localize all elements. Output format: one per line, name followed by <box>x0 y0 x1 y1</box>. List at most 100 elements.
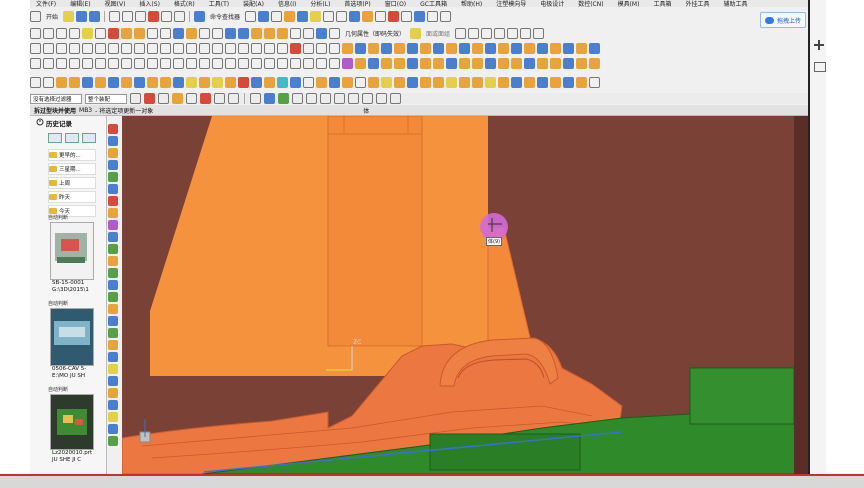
core-icon[interactable] <box>485 76 496 88</box>
window-icon[interactable] <box>271 10 283 22</box>
insert-icon[interactable] <box>511 76 522 88</box>
render-icon[interactable] <box>414 10 426 22</box>
menu-item[interactable]: 工具箱 <box>653 0 671 7</box>
cooling-icon[interactable] <box>264 76 275 88</box>
part-navigator-icon[interactable] <box>108 148 118 158</box>
delete-icon[interactable] <box>148 10 160 22</box>
color-icon[interactable] <box>147 57 158 69</box>
arc-center-icon[interactable] <box>303 57 314 69</box>
assembly-icon[interactable] <box>349 10 361 22</box>
properties-icon[interactable] <box>43 76 54 88</box>
replace-face-icon[interactable] <box>563 42 574 54</box>
motion-nav-icon[interactable] <box>108 352 118 362</box>
draft-icon[interactable] <box>329 27 340 39</box>
model-canvas[interactable]: ZC <box>122 116 808 474</box>
menu-item[interactable]: 文件(F) <box>36 0 56 7</box>
menu-item[interactable]: 数控(CN) <box>578 0 603 7</box>
spline-icon[interactable] <box>82 27 93 39</box>
trimetric-icon[interactable] <box>550 57 561 69</box>
deselect-icon[interactable] <box>228 93 239 104</box>
pmi-nav-icon[interactable] <box>108 424 118 434</box>
trim-curve-icon[interactable] <box>199 42 210 54</box>
region-analysis-icon[interactable] <box>420 76 431 88</box>
cam-nav-icon[interactable] <box>108 388 118 398</box>
bridge-curve-icon[interactable] <box>481 27 493 39</box>
top-view-icon[interactable] <box>472 57 483 69</box>
process-studio-icon[interactable] <box>108 220 118 230</box>
menu-item[interactable]: 辅助工具 <box>723 0 747 7</box>
drafting-nav-icon[interactable] <box>108 400 118 410</box>
wcs-icon[interactable] <box>173 57 184 69</box>
menu-item[interactable]: 编辑(E) <box>70 0 90 7</box>
unused-parts-icon[interactable] <box>368 76 379 88</box>
snap-mid-icon[interactable] <box>306 93 317 104</box>
mold-csys-icon[interactable] <box>82 76 93 88</box>
snap-center-icon[interactable] <box>348 93 359 104</box>
hole-icon[interactable] <box>186 27 197 39</box>
wave-icon[interactable] <box>507 27 519 39</box>
graphics-viewport[interactable]: ZC 体(9) <box>122 116 808 474</box>
history-group[interactable]: 更早的... <box>48 149 96 161</box>
block-mold-icon[interactable] <box>524 76 535 88</box>
runner-icon[interactable] <box>251 76 262 88</box>
offset-surface-icon[interactable] <box>511 42 522 54</box>
workpiece-icon[interactable] <box>108 76 119 88</box>
analysis-nav-icon[interactable] <box>108 292 118 302</box>
smooth-icon[interactable] <box>264 42 275 54</box>
gate-icon[interactable] <box>238 76 249 88</box>
hidden-edge-icon[interactable] <box>420 57 431 69</box>
standard-part-icon[interactable] <box>186 76 197 88</box>
curve-icon[interactable] <box>455 27 467 39</box>
cone-view-icon[interactable] <box>589 57 600 69</box>
history-group[interactable]: 上周 <box>48 177 96 189</box>
cavity-layout-icon[interactable] <box>121 76 132 88</box>
delete-face-icon[interactable] <box>576 42 587 54</box>
feature-rule-icon[interactable] <box>200 93 211 104</box>
extend-curve-icon[interactable] <box>212 42 223 54</box>
pattern-icon[interactable] <box>533 27 545 39</box>
project-curve-icon[interactable] <box>160 27 171 39</box>
geometry-property-label[interactable]: 几何属性（即码失效） <box>345 29 405 38</box>
section-view-icon[interactable] <box>446 57 457 69</box>
rotate-icon[interactable] <box>427 10 439 22</box>
menu-item[interactable]: 帮助(H) <box>461 0 482 7</box>
snap-end-icon[interactable] <box>292 93 303 104</box>
sphere-icon[interactable] <box>381 42 392 54</box>
mold-tool-icon[interactable] <box>108 268 118 278</box>
revolve-icon[interactable] <box>134 27 145 39</box>
menu-item[interactable]: 分析(L) <box>310 0 330 7</box>
sub-insert-icon[interactable] <box>225 76 236 88</box>
grid-icon[interactable] <box>245 10 257 22</box>
component-icon[interactable] <box>362 10 374 22</box>
point-set-icon[interactable] <box>277 42 288 54</box>
green-pocket[interactable] <box>429 433 581 471</box>
select-all-icon[interactable] <box>130 93 141 104</box>
electrode-icon[interactable] <box>277 76 288 88</box>
clamp-icon[interactable] <box>550 76 561 88</box>
cone-icon[interactable] <box>368 42 379 54</box>
datum-axis-icon[interactable] <box>303 42 314 54</box>
paste-icon[interactable] <box>135 10 147 22</box>
menu-item[interactable]: 格式(R) <box>174 0 195 7</box>
teamcenter-icon[interactable] <box>108 436 118 446</box>
move-object-icon[interactable] <box>43 57 54 69</box>
filter-select[interactable]: 没有选择过滤器 <box>30 93 82 104</box>
history-icon[interactable] <box>36 118 44 126</box>
point-icon[interactable] <box>108 27 119 39</box>
split-body-icon[interactable] <box>238 27 249 39</box>
start-icon[interactable] <box>30 10 41 22</box>
pocket-mold-icon[interactable] <box>303 76 314 88</box>
panel-icon[interactable] <box>814 62 826 72</box>
dynamics-icon[interactable] <box>225 57 236 69</box>
fillet-curve-icon[interactable] <box>468 27 480 39</box>
trim-mold-icon[interactable] <box>290 76 301 88</box>
draft-analysis-icon[interactable] <box>459 76 470 88</box>
history-group[interactable]: 昨天 <box>48 191 96 203</box>
list-view-icon[interactable] <box>48 133 62 143</box>
back-view-icon[interactable] <box>498 57 509 69</box>
menu-item[interactable]: GC工具箱 <box>420 0 447 7</box>
snap-quadrant-icon[interactable] <box>362 93 373 104</box>
mirror-icon[interactable] <box>520 27 532 39</box>
roles-icon[interactable] <box>108 244 118 254</box>
constraint-navigator-icon[interactable] <box>108 136 118 146</box>
